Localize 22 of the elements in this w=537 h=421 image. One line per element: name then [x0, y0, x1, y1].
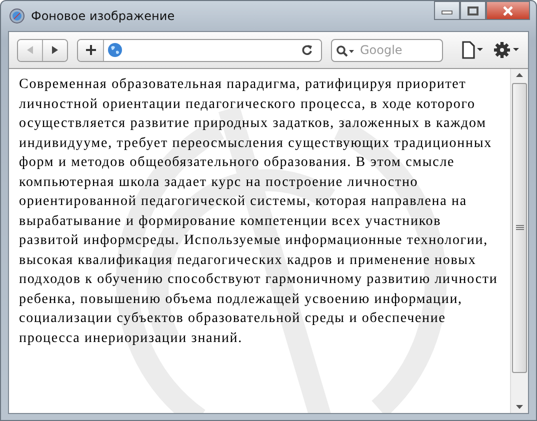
close-icon — [502, 6, 514, 16]
back-arrow-icon — [25, 45, 36, 55]
globe-icon — [107, 42, 123, 58]
settings-button[interactable] — [494, 41, 520, 59]
maximize-button[interactable] — [460, 1, 486, 20]
scrollbar-thumb[interactable] — [512, 83, 527, 373]
window-title: Фоновое изображение — [31, 9, 175, 23]
minimize-button[interactable] — [434, 1, 460, 20]
page-paragraph: Современная образовательная парадигма, ратифицируя приоритет личностной ориентации педагогического процесса, в ходе которого осуществляется развитие природных задатков, заложенных в каждом индивидууме, требует переосмысления существующих традиционных форм и методов общеобязательного образования. В этом смысле компьютерная школа задает курс на построение личностно ориентированной педагогической системы, которая направлена на вырабатывание и формирование компетенции всех участников развитой информсреды. Используемые информационные технологии, высокая квалификация педагогических кадров и применение новых подходов к обучению способствуют гармоничному развитию личности ребенка, повышению объема подлежащей усвоению информации, социализации субъектов образовательной среды и обеспечение процесса инериоризации знаний. — [19, 76, 499, 348]
page-menu-button[interactable] — [461, 41, 485, 59]
vertical-scrollbar[interactable] — [510, 69, 528, 413]
close-button[interactable] — [486, 1, 530, 20]
compass-icon — [9, 8, 25, 24]
reload-icon[interactable] — [301, 44, 313, 56]
add-bookmark-button[interactable] — [78, 40, 104, 60]
forward-button[interactable] — [42, 40, 67, 60]
plus-icon — [84, 44, 96, 56]
search-field[interactable]: Google — [331, 38, 443, 62]
address-bar[interactable] — [77, 38, 322, 62]
maximize-icon — [467, 6, 479, 16]
address-field[interactable] — [104, 40, 321, 60]
forward-arrow-icon — [50, 45, 60, 55]
